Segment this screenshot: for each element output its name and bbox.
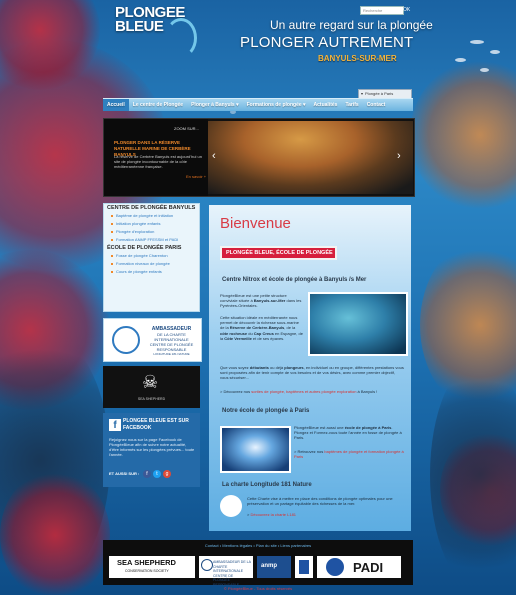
facebook-title[interactable]: PLONGEE BLEUE EST SUR FACEBOOK [123, 418, 198, 432]
facebook-text: Rejoignez nous sur la page Facebook de P… [109, 437, 195, 457]
link-charte[interactable]: Découvrez la charte L181 [250, 512, 296, 517]
skull-icon: ☠ [142, 372, 159, 392]
longitude-181-icon [220, 495, 242, 517]
ambassador-logo-icon [112, 326, 140, 354]
footer-logo1-sub: CONSERVATION SOCIETY [125, 569, 169, 573]
logo-swirl-icon [165, 18, 197, 58]
footer-logo-ambassador[interactable]: AMBASSADEUR DE LA CHARTE INTERNATIONALE … [199, 556, 253, 587]
footer-logo2-text: AMBASSADEUR DE LA CHARTE INTERNATIONALE … [213, 560, 251, 587]
sidebar-title-banyuls[interactable]: CENTRE DE PLONGÉE BANYULS [104, 204, 199, 212]
sea-shepherd-label: SEA SHEPHERD [137, 397, 166, 401]
ffessm-flag-icon [299, 560, 309, 574]
slide-caption-panel: ZOOM SUR... PLONGER DANS LA RÉSERVE NATU… [104, 119, 208, 196]
paragraph-services: Que vous soyez débutants ou déjà plongeu… [220, 365, 404, 381]
search-input[interactable]: Recherche [360, 6, 404, 15]
google-plus-social-icon[interactable]: g [163, 470, 171, 478]
footer-logo-anmp[interactable]: anmp [257, 556, 291, 578]
sidebar: CENTRE DE PLONGÉE BANYULS Baptême de plo… [103, 203, 200, 312]
search-button[interactable]: OK [403, 6, 410, 14]
main-content: Bienvenue PLONGÉE BLEUE, ÉCOLE DE PLONGÉ… [209, 205, 411, 531]
ambassador-line2: DE LA CHARTE INTERNATIONALE [154, 332, 189, 342]
diver-photo-banyuls [308, 292, 408, 356]
ambassador-banner[interactable]: AMBASSADEUR DE LA CHARTE INTERNATIONALE … [103, 318, 202, 362]
ambassador-mini-icon [201, 559, 213, 571]
slider-prev-arrow-icon[interactable]: ‹ [212, 151, 216, 162]
tagline: Un autre regard sur la plongée [270, 18, 433, 32]
paragraph-paris: PlongéeBleue est aussi une école de plon… [294, 425, 402, 441]
nav-item-banyuls[interactable]: Plonger à Banyuls ▾ [187, 99, 243, 111]
copyright: © PlongéeBleue - Tous droits réservés [223, 586, 293, 591]
page-title: Bienvenue [220, 215, 291, 232]
facebook-icon[interactable]: f [109, 419, 121, 431]
diver-photo-paris [220, 426, 291, 473]
footer-links[interactable]: Contact • Mentions légales • Plan du sit… [103, 543, 413, 548]
slide-image [208, 121, 413, 194]
paragraph-discover-banyuls: > Découvrez nos sorties de plongée, bapt… [220, 389, 378, 394]
footer-logo3-text: anmp [261, 563, 278, 569]
sidebar-link[interactable]: Initiation plongée enfants [104, 220, 199, 228]
footer: Contact • Mentions légales • Plan du sit… [103, 540, 413, 587]
heading-banyuls: Centre Nitrox et école de plongée à Bany… [222, 277, 367, 283]
footer-logo-sea-shepherd[interactable]: SEA SHEPHERD CONSERVATION SOCIETY [109, 556, 195, 578]
footer-logo-padi[interactable]: PADI [317, 556, 401, 578]
heading-charte: La charte Longitude 181 Nature [222, 482, 312, 488]
slider-next-arrow-icon[interactable]: › [397, 151, 401, 162]
brand-title: PLONGER AUTREMENT [240, 34, 414, 51]
ambassador-brand: LONGITUDE 181 NATURE [153, 352, 190, 356]
slide-more-link[interactable]: En savoir + [186, 174, 206, 179]
footer-logo5-text: PADI [353, 560, 384, 575]
ambassador-line3: CENTRE DE PLONGÉE RESPONSABLE [149, 342, 194, 352]
sidebar-link[interactable]: Formation niveaux de plongée [104, 260, 199, 268]
paragraph-intro: PlongéeBleue est une petite structure co… [220, 293, 302, 309]
link-sorties-banyuls[interactable]: sorties de plongée, baptêmes et autres p… [251, 389, 356, 394]
sidebar-menu: CENTRE DE PLONGÉE BANYULS Baptême de plo… [103, 203, 200, 312]
footer-logo-ffessm[interactable] [295, 556, 313, 578]
nav-item-accueil[interactable]: Accueil [103, 99, 129, 111]
nav-item-formations[interactable]: Formations de plongée ▾ [243, 99, 310, 111]
nav-item-centre[interactable]: Le centre de Plongée [129, 99, 187, 111]
sea-shepherd-banner[interactable]: ☠ SEA SHEPHERD [103, 366, 200, 408]
nav-item-actualites[interactable]: Actualités [310, 99, 342, 111]
site-select-value: Plongée à Paris [365, 91, 394, 96]
paragraph-situation: Cette situation idéale en méditerranée n… [220, 315, 303, 341]
footer-logo1-title: SEA SHEPHERD [117, 558, 176, 567]
sidebar-link[interactable]: Fosse de plongée Charenton [104, 252, 199, 260]
location-label: BANYULS-SUR-MER [318, 54, 397, 63]
sidebar-link[interactable]: Cours de plongée enfants [104, 268, 199, 276]
facebook-box: f PLONGEE BLEUE EST SUR FACEBOOK Rejoign… [103, 413, 200, 487]
slide-body: La réserve de Cerbère Banyuls est aujour… [114, 154, 202, 169]
site-logo[interactable]: PLONGEE BLEUE [115, 5, 197, 58]
twitter-social-icon[interactable]: t [153, 470, 161, 478]
paragraph-charte: Cette Charte vise à mettre en place des … [247, 496, 393, 507]
nav-item-contact[interactable]: Contact [363, 99, 390, 111]
hero-slider: ZOOM SUR... PLONGER DANS LA RÉSERVE NATU… [103, 118, 415, 197]
paragraph-charte-link: > Découvrez la charte L181 [247, 512, 297, 517]
sidebar-link[interactable]: Formation ANMP FFESSM et PADI [104, 236, 199, 244]
facebook-social-icon[interactable]: f [143, 470, 151, 478]
section-banner: PLONGÉE BLEUE, ÉCOLE DE PLONGÉE [220, 246, 337, 260]
sidebar-link[interactable]: Baptême de plongée et initiation [104, 212, 199, 220]
sidebar-link[interactable]: Plongée d'exploration [104, 228, 199, 236]
heading-paris: Notre école de plongée à Paris [222, 408, 310, 414]
paragraph-discover-paris: > Retrouvez nos baptêmes de plongée et f… [294, 449, 404, 460]
padi-globe-icon [326, 558, 344, 576]
follow-label: ET AUSSI SUR : [109, 471, 140, 476]
ambassador-text: AMBASSADEUR DE LA CHARTE INTERNATIONALE … [144, 326, 199, 357]
zoom-label: ZOOM SUR... [174, 126, 199, 131]
nav-item-tarifs[interactable]: Tarifs [341, 99, 362, 111]
sidebar-title-paris[interactable]: ÉCOLE DE PLONGÉE PARIS [104, 244, 199, 252]
main-nav: Accueil Le centre de Plongée Plonger à B… [103, 98, 413, 111]
